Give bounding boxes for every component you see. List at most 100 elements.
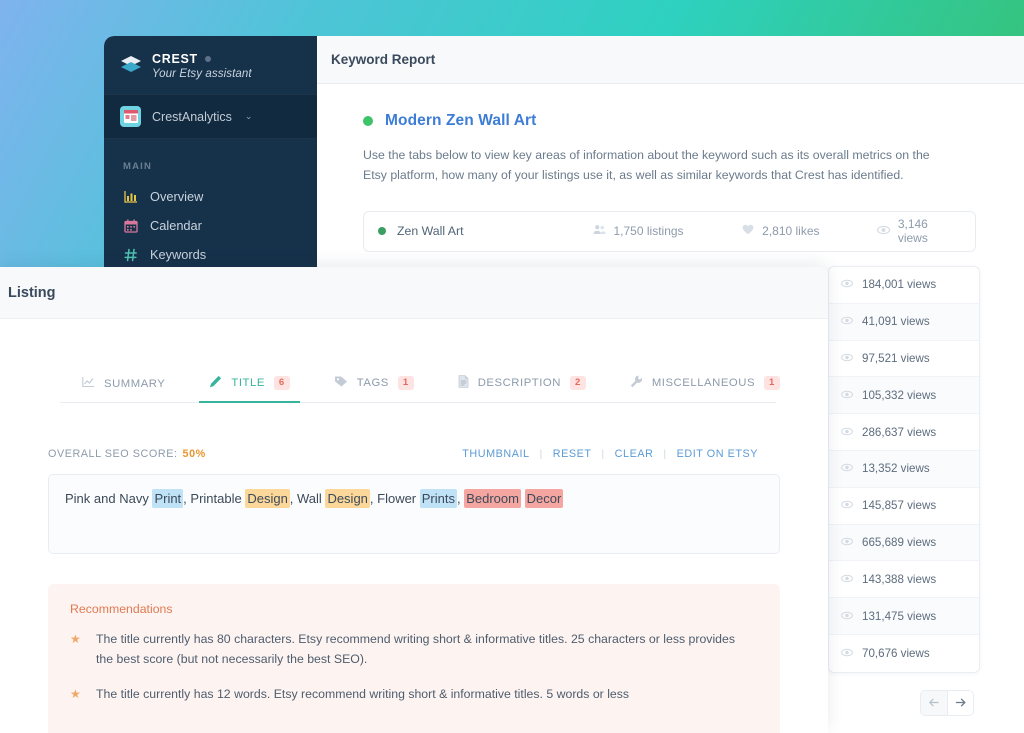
recommendations-panel: Recommendations ★ The title currently ha…: [48, 584, 780, 733]
nav-section-label: MAIN: [123, 161, 153, 172]
listings-value: 1,750 listings: [613, 224, 684, 239]
people-icon: [593, 224, 606, 238]
eye-icon: [841, 426, 853, 439]
views-row[interactable]: 184,001 views: [829, 267, 979, 304]
keyword-name: Zen Wall Art: [397, 224, 464, 239]
keyword-description: Use the tabs below to view key areas of …: [363, 148, 930, 182]
previous-page-button[interactable]: [921, 691, 947, 715]
tab-label: SUMMARY: [104, 377, 166, 390]
listing-modal-title: Listing: [8, 284, 56, 301]
main-body: Modern Zen Wall Art Use the tabs below t…: [317, 84, 1024, 252]
sidebar-item-overview[interactable]: Overview: [104, 182, 317, 211]
tab-badge: 6: [273, 376, 290, 390]
clear-link[interactable]: CLEAR: [605, 448, 664, 460]
title-segment-highlight: Design: [245, 489, 290, 508]
tab-label: TAGS: [356, 377, 389, 389]
eye-icon: [841, 278, 853, 291]
eye-icon: [841, 462, 853, 475]
views-value: 131,475 views: [862, 609, 937, 623]
sidebar-item-label: Keywords: [150, 247, 207, 262]
views-row[interactable]: 131,475 views: [829, 598, 979, 635]
recommendations-title: Recommendations: [70, 602, 173, 616]
listing-tabs: SUMMARY TITLE 6 TAGS 1 DESCRIPTION 2 MIS…: [60, 375, 780, 403]
document-icon: [458, 375, 469, 391]
recommendation-text: The title currently has 80 characters. E…: [96, 632, 736, 666]
star-icon: ★: [70, 686, 81, 701]
views-value: 105,332 views: [862, 388, 937, 402]
page-title: Keyword Report: [331, 52, 436, 67]
main-header: Keyword Report: [317, 36, 1024, 84]
tab-badge: 1: [397, 376, 414, 390]
listings-metric: 1,750 listings: [593, 224, 743, 238]
views-value: 3,146 views: [897, 217, 928, 246]
title-segment-highlight: Decor: [524, 489, 564, 508]
eye-icon: [841, 573, 853, 586]
sidebar-item-calendar[interactable]: Calendar: [104, 211, 317, 240]
eye-icon: [841, 389, 853, 402]
pagination: [920, 690, 974, 716]
seo-score-row: OVERALL SEO SCORE: 50% THUMBNAIL | RESET…: [48, 448, 768, 460]
tab-summary[interactable]: SUMMARY: [60, 376, 187, 402]
account-name: CrestAnalytics: [152, 109, 232, 124]
edit-on-etsy-link[interactable]: EDIT ON ETSY: [667, 448, 768, 460]
views-row[interactable]: 70,676 views: [829, 635, 979, 672]
tab-label: MISCELLANEOUS: [651, 377, 756, 389]
thumbnail-link[interactable]: THUMBNAIL: [452, 448, 539, 460]
crest-layers-logo-icon: [120, 55, 142, 80]
row-status-dot-icon: [378, 227, 386, 236]
views-value: 145,857 views: [862, 499, 937, 513]
keyword-title[interactable]: Modern Zen Wall Art: [385, 112, 536, 130]
tab-tags[interactable]: TAGS 1: [312, 375, 436, 402]
views-row[interactable]: 13,352 views: [829, 450, 979, 488]
brand: CREST Your Etsy assistant: [104, 36, 317, 94]
listing-modal-header: Listing: [0, 267, 828, 319]
tag-icon: [334, 375, 348, 391]
next-page-button[interactable]: [947, 691, 973, 715]
sidebar-item-keywords[interactable]: Keywords: [104, 240, 317, 269]
views-metric: 3,146 views: [876, 217, 961, 246]
sidebar-item-label: Overview: [150, 189, 204, 204]
likes-metric: 2,810 likes: [742, 224, 877, 238]
views-row[interactable]: 286,637 views: [829, 414, 979, 451]
views-row[interactable]: 145,857 views: [829, 488, 979, 525]
tab-title[interactable]: TITLE 6: [187, 375, 311, 403]
calendar-icon: [123, 219, 138, 233]
account-switcher[interactable]: CrestAnalytics ⌄: [104, 94, 317, 139]
views-row[interactable]: 97,521 views: [829, 341, 979, 378]
eye-icon: [841, 352, 853, 365]
views-row[interactable]: 665,689 views: [829, 524, 979, 562]
tab-description[interactable]: DESCRIPTION 2: [436, 375, 608, 402]
eye-icon: [841, 647, 853, 660]
tab-label: TITLE: [231, 377, 265, 389]
star-icon: ★: [70, 632, 81, 646]
views-value: 286,637 views: [862, 425, 937, 439]
views-row[interactable]: 105,332 views: [829, 377, 979, 415]
views-row[interactable]: 41,091 views: [829, 303, 979, 341]
line-chart-icon: [82, 376, 95, 391]
sidebar-item-label: Calendar: [150, 218, 202, 233]
keyword-title-row: Modern Zen Wall Art: [363, 112, 1024, 130]
keyword-results-card: Zen Wall Art 1,750 listings 2,810 likes …: [363, 210, 976, 252]
keyword-name-cell: Zen Wall Art: [378, 224, 593, 238]
title-segment-highlight: Print: [152, 489, 184, 508]
views-value: 70,676 views: [862, 646, 930, 660]
hash-icon: [123, 248, 138, 262]
table-row[interactable]: Zen Wall Art 1,750 listings 2,810 likes …: [364, 212, 975, 251]
listing-title-editor[interactable]: Pink and Navy Print, Printable Design, W…: [48, 474, 780, 554]
arrow-left-icon: [928, 696, 940, 711]
views-value: 184,001 views: [862, 278, 937, 292]
pencil-icon: [209, 375, 222, 391]
views-row[interactable]: 143,388 views: [829, 561, 979, 599]
tab-miscellaneous[interactable]: MISCELLANEOUS 1: [608, 375, 802, 402]
title-segment-highlight: Prints: [419, 489, 457, 508]
seo-score-label: OVERALL SEO SCORE:: [48, 448, 178, 460]
likes-value: 2,810 likes: [762, 224, 820, 239]
title-segment: , Wall: [289, 491, 326, 506]
seo-score-value: 50%: [182, 448, 206, 460]
keyword-status-dot-icon: [363, 116, 373, 126]
title-segment: Pink and Navy: [65, 491, 153, 506]
eye-icon: [841, 610, 853, 623]
reset-link[interactable]: RESET: [543, 448, 602, 460]
list-item: ★ The title currently has 80 characters.…: [70, 630, 758, 670]
title-segment: , Printable: [183, 491, 246, 506]
